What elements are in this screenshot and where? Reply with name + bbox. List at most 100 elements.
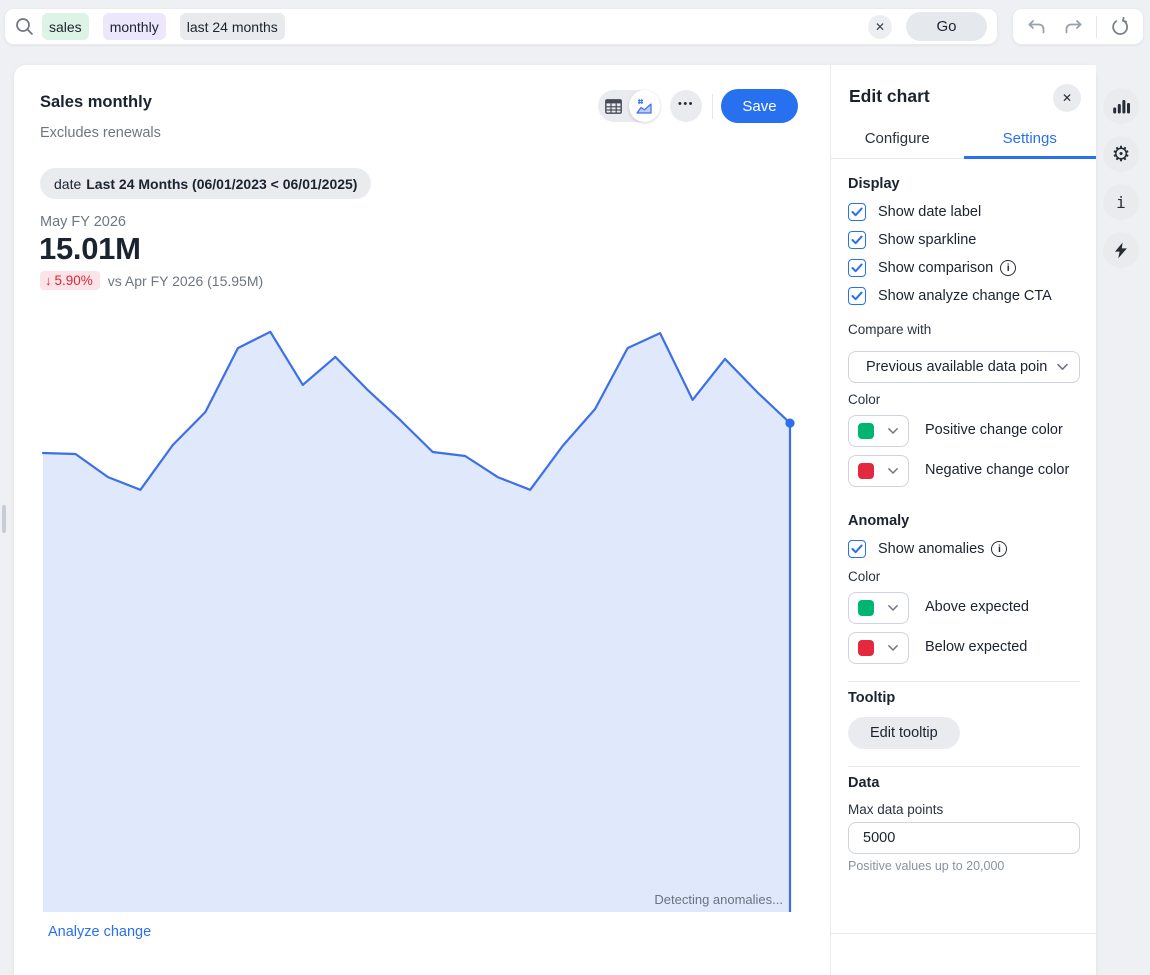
go-button[interactable]: Go <box>906 12 987 41</box>
area-chart-icon <box>635 98 653 115</box>
insights-button[interactable] <box>1103 232 1139 268</box>
reset-button[interactable] <box>1106 13 1134 41</box>
app-screen: sales monthly last 24 months ✕ Go Sales … <box>0 0 1150 975</box>
chart-view-button[interactable] <box>629 90 660 122</box>
edit-panel-tabs: Configure Settings <box>831 130 1096 159</box>
kpi-comparison: vs Apr FY 2026 (15.95M) <box>108 273 263 289</box>
negative-color-select[interactable] <box>848 455 909 487</box>
above-expected-label: Above expected <box>925 599 1029 615</box>
search-token-monthly[interactable]: monthly <box>103 13 166 40</box>
tooltip-section-heading: Tooltip <box>848 690 895 706</box>
max-data-points-input[interactable] <box>848 822 1080 854</box>
checkbox-show-comparison[interactable]: Show comparison i <box>848 259 1016 277</box>
checkbox-show-anomalies[interactable]: Show anomalies i <box>848 540 1007 558</box>
chart-subtitle: Excludes renewals <box>40 125 161 141</box>
toolbar-divider <box>1096 16 1097 38</box>
display-section-heading: Display <box>848 176 900 192</box>
history-toolbar <box>1012 8 1144 45</box>
checkbox-show-sparkline[interactable]: Show sparkline <box>848 231 976 249</box>
kpi-change-row: ↓5.90% vs Apr FY 2026 (15.95M) <box>40 271 263 290</box>
checkbox-checked-icon[interactable] <box>848 203 866 221</box>
max-data-points-helper: Positive values up to 20,000 <box>848 859 1004 873</box>
view-toggle <box>598 90 660 122</box>
search-token-date[interactable]: last 24 months <box>180 13 285 40</box>
panel-bottom-divider <box>831 933 1096 934</box>
checkbox-checked-icon[interactable] <box>848 287 866 305</box>
edit-panel-title: Edit chart <box>849 86 930 107</box>
section-divider <box>848 681 1080 682</box>
clear-search-button[interactable]: ✕ <box>868 15 892 39</box>
kpi-period-label: May FY 2026 <box>40 214 126 230</box>
checkbox-label: Show anomalies <box>878 541 984 557</box>
anomaly-status-text: Detecting anomalies... <box>43 892 783 907</box>
compare-with-select[interactable]: Previous available data poin <box>848 351 1080 383</box>
bar-chart-icon <box>1112 98 1130 115</box>
close-panel-button[interactable]: ✕ <box>1053 84 1081 112</box>
change-badge: ↓5.90% <box>40 271 100 290</box>
negative-color-label: Negative change color <box>925 462 1069 478</box>
filter-prefix: date <box>54 176 81 192</box>
kpi-value: 15.01M <box>39 231 141 267</box>
chevron-down-icon <box>1056 363 1069 371</box>
compare-with-label: Compare with <box>848 322 931 337</box>
lightning-bolt-icon <box>1114 242 1128 259</box>
kpi-sparkline-chart[interactable] <box>43 325 791 912</box>
negative-color-swatch <box>858 463 874 479</box>
chart-title: Sales monthly <box>40 93 152 112</box>
section-divider <box>848 766 1080 767</box>
redo-button[interactable] <box>1059 13 1087 41</box>
below-expected-label: Below expected <box>925 639 1027 655</box>
change-percent: 5.90% <box>55 273 93 288</box>
arrow-down-icon: ↓ <box>45 273 52 288</box>
search-token-sales[interactable]: sales <box>42 13 89 40</box>
save-button[interactable]: Save <box>721 89 798 123</box>
info-icon[interactable]: i <box>1000 260 1016 276</box>
positive-color-swatch <box>858 423 874 439</box>
max-data-points-label: Max data points <box>848 802 943 817</box>
checkbox-show-analyze-change-cta[interactable]: Show analyze change CTA <box>848 287 1052 305</box>
edit-tooltip-button[interactable]: Edit tooltip <box>848 717 960 749</box>
table-view-button[interactable] <box>598 90 629 122</box>
data-section-heading: Data <box>848 775 879 791</box>
more-options-button[interactable]: ••• <box>670 90 702 122</box>
details-button[interactable]: i <box>1103 184 1139 220</box>
undo-button[interactable] <box>1022 13 1050 41</box>
settings-button[interactable]: ⚙ <box>1103 136 1139 172</box>
anomaly-section-heading: Anomaly <box>848 513 909 529</box>
search-bar[interactable]: sales monthly last 24 months ✕ Go <box>4 8 998 45</box>
checkbox-checked-icon[interactable] <box>848 540 866 558</box>
filter-value: Last 24 Months (06/01/2023 < 06/01/2025) <box>86 176 357 192</box>
chevron-down-icon <box>887 427 899 435</box>
above-expected-color-select[interactable] <box>848 592 909 624</box>
tab-settings[interactable]: Settings <box>964 130 1097 158</box>
below-expected-swatch <box>858 640 874 656</box>
search-icon <box>15 17 34 36</box>
gear-icon: ⚙ <box>1112 144 1131 165</box>
checkbox-checked-icon[interactable] <box>848 231 866 249</box>
positive-color-label: Positive change color <box>925 422 1063 438</box>
chevron-down-icon <box>887 467 899 475</box>
info-icon: i <box>1116 193 1126 212</box>
sparkline-endpoint-dot <box>785 419 794 428</box>
checkbox-checked-icon[interactable] <box>848 259 866 277</box>
tab-configure[interactable]: Configure <box>831 130 964 158</box>
compare-with-value: Previous available data poin <box>866 359 1056 375</box>
checkbox-label: Show comparison <box>878 260 993 276</box>
info-icon[interactable]: i <box>991 541 1007 557</box>
reset-icon <box>1110 17 1130 37</box>
chevron-down-icon <box>887 644 899 652</box>
header-divider <box>712 94 713 119</box>
chart-options-button[interactable] <box>1103 88 1139 124</box>
panel-resize-handle[interactable] <box>2 505 6 533</box>
color-section-label: Color <box>848 392 880 407</box>
positive-color-select[interactable] <box>848 415 909 447</box>
checkbox-show-date-label[interactable]: Show date label <box>848 203 981 221</box>
redo-icon <box>1063 17 1084 37</box>
date-filter-chip[interactable]: date Last 24 Months (06/01/2023 < 06/01/… <box>40 168 371 199</box>
sparkline-area <box>43 332 790 912</box>
table-icon <box>605 99 622 114</box>
above-expected-swatch <box>858 600 874 616</box>
analyze-change-link[interactable]: Analyze change <box>48 924 151 940</box>
below-expected-color-select[interactable] <box>848 632 909 664</box>
checkbox-label: Show sparkline <box>878 232 976 248</box>
